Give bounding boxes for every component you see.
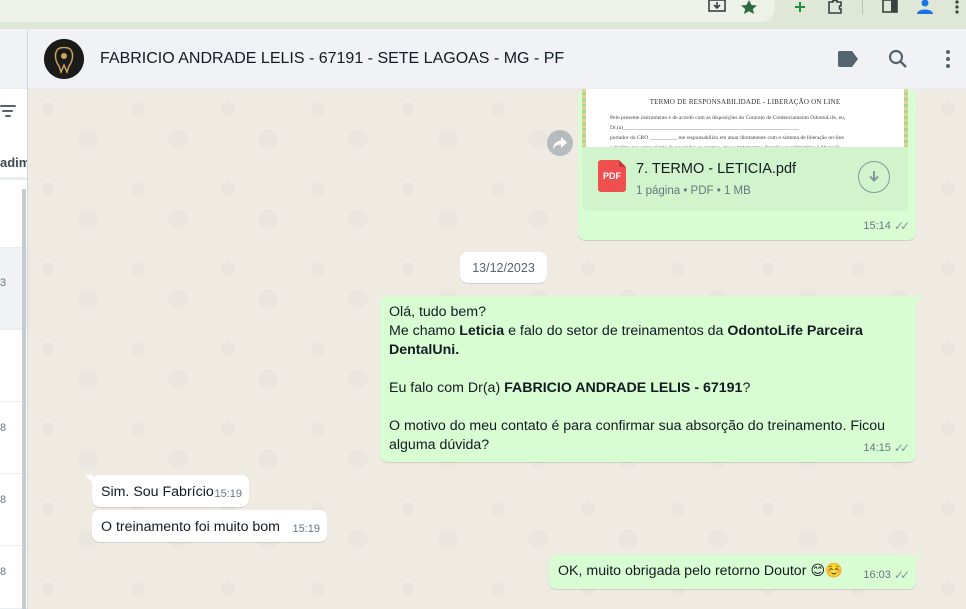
document-card[interactable]: PDF 7. TERMO - LETICIA.pdf 1 página • PD… <box>582 147 908 211</box>
sidepanel-icon[interactable] <box>880 0 900 14</box>
message-time: 15:19 <box>292 523 320 535</box>
toolbar-divider <box>862 0 863 14</box>
avatar[interactable] <box>44 39 84 79</box>
profile-icon[interactable] <box>915 0 935 14</box>
emoji: 😊☺️ <box>810 563 843 579</box>
read-receipt-icon: ✓✓ <box>893 219 910 233</box>
pdf-file-icon: PDF <box>598 160 626 192</box>
address-bar[interactable] <box>0 0 775 22</box>
chat-item-time: 8 <box>0 566 7 578</box>
sidebar-header <box>0 29 27 89</box>
message-time: 15:19 <box>214 488 242 500</box>
extension-plus-icon[interactable] <box>790 0 810 14</box>
message-text: OK, muito obrigada pelo retorno Doutor 😊… <box>558 563 843 579</box>
message-line: O motivo do meu contato é para confirmar… <box>389 418 886 453</box>
sidebar-tab-label[interactable]: adim <box>0 155 27 170</box>
star-icon[interactable] <box>739 0 759 14</box>
bubble-tail <box>915 296 923 304</box>
chat-item-time: 8 <box>0 422 7 434</box>
bubble-tail <box>915 555 923 563</box>
document-preview[interactable]: TERMO DE RESPONSABILIDADE - LIBERAÇÃO ON… <box>582 89 908 147</box>
file-name[interactable]: 7. TERMO - LETICIA.pdf <box>636 160 796 179</box>
preview-line: e declaro que estou ciente de que todos … <box>610 139 841 147</box>
message-text: O treinamento foi muito bom <box>101 519 280 535</box>
read-receipt-icon: ✓✓ <box>893 568 910 582</box>
message-meta: 14:15 ✓✓ <box>863 439 910 458</box>
download-icon[interactable] <box>858 161 890 193</box>
incoming-message[interactable]: O treinamento foi muito bom 15:19 <box>92 510 327 542</box>
browser-menu-icon[interactable] <box>952 0 962 14</box>
chat-item-time: 3 <box>0 277 7 289</box>
bubble-tail <box>85 475 93 483</box>
date-separator: 13/12/2023 <box>460 252 547 283</box>
sidebar-scrollbar[interactable] <box>22 189 26 609</box>
install-icon[interactable] <box>707 0 727 14</box>
chat-header: FABRICIO ANDRADE LELIS - 67191 - SETE LA… <box>28 29 966 89</box>
label-icon[interactable] <box>836 47 860 71</box>
chat-item-time: 8 <box>0 494 7 506</box>
contact-name[interactable]: FABRICIO ANDRADE LELIS - 67191 - SETE LA… <box>100 50 564 68</box>
message-line: Olá, tudo bem? <box>389 304 487 320</box>
message-line: Eu falo com Dr(a) FABRICIO ANDRADE LELIS… <box>389 380 751 396</box>
forward-icon[interactable] <box>547 130 573 156</box>
message-line: Me chamo Leticia e falo do setor de trei… <box>389 323 863 358</box>
message-meta: 16:03 ✓✓ <box>863 566 910 585</box>
read-receipt-icon: ✓✓ <box>893 441 910 455</box>
message-time: 15:14 <box>863 220 891 232</box>
message-meta: 15:14 ✓✓ <box>863 217 910 236</box>
menu-icon[interactable] <box>936 47 960 71</box>
filter-icon[interactable] <box>0 105 16 117</box>
document-message[interactable]: TERMO DE RESPONSABILIDADE - LIBERAÇÃO ON… <box>578 89 916 240</box>
search-icon[interactable] <box>886 47 910 71</box>
message-text: Olá, tudo bem? Me chamo Leticia e falo d… <box>389 303 907 455</box>
incoming-message[interactable]: Sim. Sou Fabrício 15:19 <box>85 475 249 507</box>
message-time: 16:03 <box>863 569 891 581</box>
chat-list-sidebar: adim 3 8 8 8 <box>0 29 28 609</box>
message-time: 14:15 <box>863 442 891 454</box>
outgoing-message[interactable]: Olá, tudo bem? Me chamo Leticia e falo d… <box>380 296 923 462</box>
outgoing-message[interactable]: OK, muito obrigada pelo retorno Doutor 😊… <box>549 555 923 589</box>
puzzle-icon[interactable] <box>825 0 845 14</box>
browser-toolbar <box>0 0 966 29</box>
file-meta: 1 página • PDF • 1 MB <box>636 185 751 197</box>
